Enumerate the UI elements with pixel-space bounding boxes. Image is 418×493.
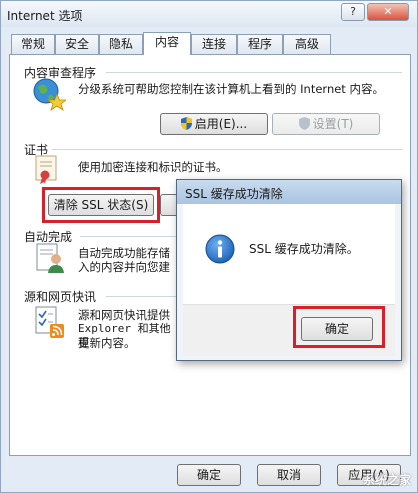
tab-privacy[interactable]: 隐私 <box>99 34 143 54</box>
watermark: 系统之家 <box>362 473 411 487</box>
divider <box>80 236 180 237</box>
tab-programs[interactable]: 程序 <box>237 34 283 54</box>
tab-content[interactable]: 内容 <box>143 32 191 55</box>
autocomplete-description-line2: 入的内容并向您建 <box>78 260 170 274</box>
uac-shield-icon <box>298 117 310 130</box>
title-bar: Internet 选项 ? ✕ <box>1 1 417 27</box>
feeds-description-line3: 更新内容。 <box>78 336 136 350</box>
autocomplete-form-icon <box>36 242 66 274</box>
close-button[interactable]: ✕ <box>367 3 409 21</box>
tab-connections[interactable]: 连接 <box>191 34 237 54</box>
feeds-heading: 源和网页快讯 <box>24 290 97 304</box>
tab-advanced[interactable]: 高级 <box>283 34 331 54</box>
uac-shield-icon <box>180 117 192 130</box>
internet-options-window: Internet 选项 ? ✕ 常规 安全 隐私 内容 连接 程序 高级 内容审… <box>0 0 418 493</box>
dialog-body: SSL 缓存成功清除。 <box>183 204 395 304</box>
settings-button-label: 设置(T) <box>312 117 354 131</box>
info-icon <box>205 234 235 264</box>
ssl-cleared-dialog: SSL 缓存成功清除 SSL 缓存成功清除。 确定 <box>176 179 402 361</box>
feeds-icon <box>34 305 66 339</box>
highlight-box <box>42 187 160 223</box>
divider <box>52 149 402 150</box>
window-title: Internet 选项 <box>7 9 83 23</box>
dialog-message: SSL 缓存成功清除。 <box>249 242 359 256</box>
tab-general[interactable]: 常规 <box>11 34 55 54</box>
globe-star-icon <box>32 77 68 111</box>
certificates-description: 使用加密连接和标识的证书。 <box>78 160 228 174</box>
autocomplete-description-line1: 自动完成功能存储 <box>78 246 170 260</box>
dialog-title: SSL 缓存成功清除 <box>185 187 283 201</box>
cancel-button[interactable]: 取消 <box>257 464 321 486</box>
divider <box>106 72 402 73</box>
dialog-title-bar: SSL 缓存成功清除 <box>177 180 401 204</box>
divider <box>106 296 180 297</box>
enable-button-label: 启用(E)... <box>194 117 248 131</box>
ok-button[interactable]: 确定 <box>177 464 241 486</box>
tab-security[interactable]: 安全 <box>55 34 99 54</box>
settings-button[interactable]: 设置(T) <box>272 113 380 135</box>
content-advisor-description: 分级系统可帮助您控制在该计算机上看到的 Internet 内容。 <box>78 82 384 96</box>
help-button[interactable]: ? <box>341 3 365 21</box>
enable-button[interactable]: 启用(E)... <box>160 113 268 135</box>
highlight-box <box>293 306 385 348</box>
feeds-description-line1: 源和网页快讯提供 <box>78 308 170 322</box>
certificate-icon <box>34 155 60 185</box>
